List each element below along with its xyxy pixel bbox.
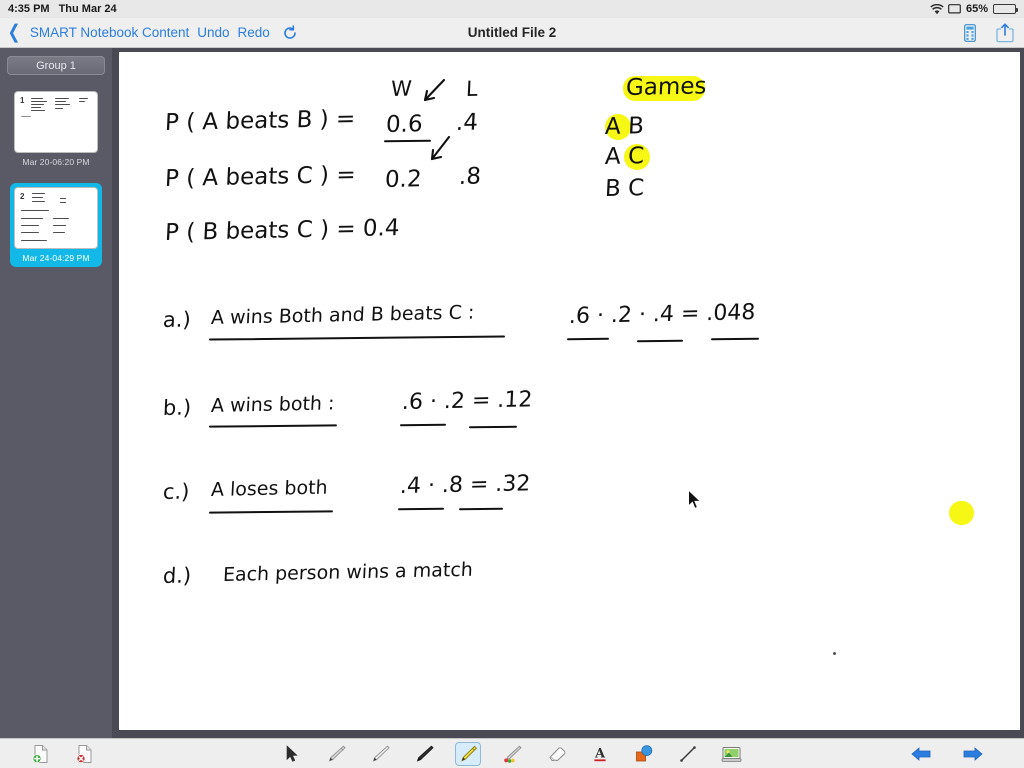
status-time: 4:35 PM [8,3,50,15]
annotation-item-b-text: A wins both : [210,392,335,418]
annotation-item-b-work: .6 · .2 = .12 [401,387,533,416]
underline-a-term-3 [710,337,760,341]
page-thumb-label: Mar 20-06:20 PM [22,157,90,167]
delete-page-button[interactable] [72,742,98,766]
thumb-page-number: 1 [20,96,25,105]
pen-tool-gray[interactable] [323,742,349,766]
previous-page-button[interactable] [908,742,934,766]
highlighter-tool[interactable] [455,741,481,766]
underline-b-term-2 [468,425,518,429]
annotation-prob-1-win: 0.6 [385,111,424,139]
underline-item-c [208,510,334,514]
add-page-button[interactable] [28,742,54,766]
page-actions [0,742,98,766]
underline-item-b [208,424,338,428]
sidebar-page-thumb-1[interactable]: 1 Mar 20-06:20 PM [10,87,102,171]
annotation-item-d-text: Each person wins a match [222,558,474,587]
annotation-prob-2-win: 0.2 [384,166,423,194]
arrow-diagonal-icon [421,134,455,168]
annotation-games-title: Games [625,73,708,102]
battery-icon [993,4,1018,14]
annotation-l-header: L [465,76,479,102]
pen-tool-black[interactable] [411,742,437,766]
underline-a-term-2 [636,339,684,343]
annotation-prob-line-1: P ( A beats B ) = [164,105,356,137]
annotation-game-ac: A C [604,143,645,171]
thumb-page-number: 2 [20,192,25,201]
underline-b-term-1 [399,423,447,427]
annotation-w-header: W [390,76,413,102]
annotation-item-a-label: a.) [162,307,192,333]
annotation-item-b-label: b.) [162,395,192,421]
eraser-tool[interactable] [543,742,569,766]
app-nav-bar: ❮ SMART Notebook Content Undo Redo Untit… [0,18,1024,48]
ios-status-bar: 4:35 PM Thu Mar 24 65% [0,0,1024,18]
stray-ink-dot [833,652,836,655]
group-tab[interactable]: Group 1 [7,56,105,75]
nav-bar-left: ❮ SMART Notebook Content Undo Redo [0,23,298,42]
annotation-prob-line-2: P ( A beats C ) = [164,161,357,193]
back-button-label[interactable]: SMART Notebook Content [30,25,189,40]
airplay-icon [948,3,961,15]
notebook-canvas[interactable]: W L P ( A beats B ) = 0.6 .4 P ( A beats… [119,52,1020,730]
yellow-ink-dot [949,501,973,525]
underline-item-a [208,335,506,341]
next-page-button[interactable] [960,742,986,766]
annotation-item-c-label: c.) [162,479,191,505]
page-thumb-label: Mar 24-04:29 PM [22,253,90,263]
annotation-item-c-text: A loses both [210,476,329,502]
underline-c-term-2 [458,507,504,511]
status-date: Thu Mar 24 [58,3,117,15]
select-tool[interactable] [279,742,305,766]
annotation-prob-2-lose: .8 [458,163,482,191]
shapes-tool[interactable] [631,742,657,766]
creative-pen-tool[interactable] [499,742,525,766]
wifi-icon [930,4,944,15]
arrow-w-icon [413,78,449,108]
undo-button[interactable]: Undo [197,25,229,40]
pen-tool-thin[interactable] [367,742,393,766]
bottom-toolbar: A [0,738,1024,768]
sidebar-page-thumb-2[interactable]: 2 Mar 24-04:29 PM [10,183,102,267]
annotation-game-bc: B C [604,175,645,203]
group-tab-label: Group 1 [36,59,76,72]
text-tool[interactable]: A [587,742,613,766]
status-bar-left: 4:35 PM Thu Mar 24 [0,3,117,15]
page-sidebar: Group 1 1 Mar 20-06:20 PM 2 Mar 24-04:29… [0,48,112,738]
refresh-icon[interactable] [282,24,298,41]
page-thumbnail-preview: 1 [14,91,98,153]
line-tool[interactable] [675,742,701,766]
nav-bar-right [964,23,1024,43]
drawing-tools: A [0,741,1024,766]
underline-a-term-1 [566,337,610,341]
share-icon[interactable] [996,23,1014,43]
annotation-prob-line-3: P ( B beats C ) = 0.4 [164,215,401,247]
page-thumbnail-preview: 2 [14,187,98,249]
battery-percent-label: 65% [965,3,988,15]
annotation-prob-1-lose: .4 [455,109,479,137]
annotation-item-a-work: .6 · .2 · .4 = .048 [568,300,756,330]
page-navigation [908,742,1024,766]
redo-button[interactable]: Redo [238,25,270,40]
annotation-item-a-text: A wins Both and B beats C : [210,301,475,330]
underline-c-term-1 [397,507,445,511]
smart-notebook-app: 4:35 PM Thu Mar 24 65% ❮ SMART Notebook … [0,0,1024,768]
mouse-pointer-icon [687,489,703,511]
annotation-item-d-label: d.) [162,563,192,589]
gallery-tool[interactable] [719,742,745,766]
annotation-game-ab: A B [604,113,645,141]
svg-text:A: A [594,746,606,761]
status-bar-right: 65% [930,3,1024,15]
annotation-item-c-work: .4 · .8 = .32 [399,471,531,500]
back-chevron-icon[interactable]: ❮ [8,23,21,42]
calculator-icon[interactable] [964,23,976,42]
